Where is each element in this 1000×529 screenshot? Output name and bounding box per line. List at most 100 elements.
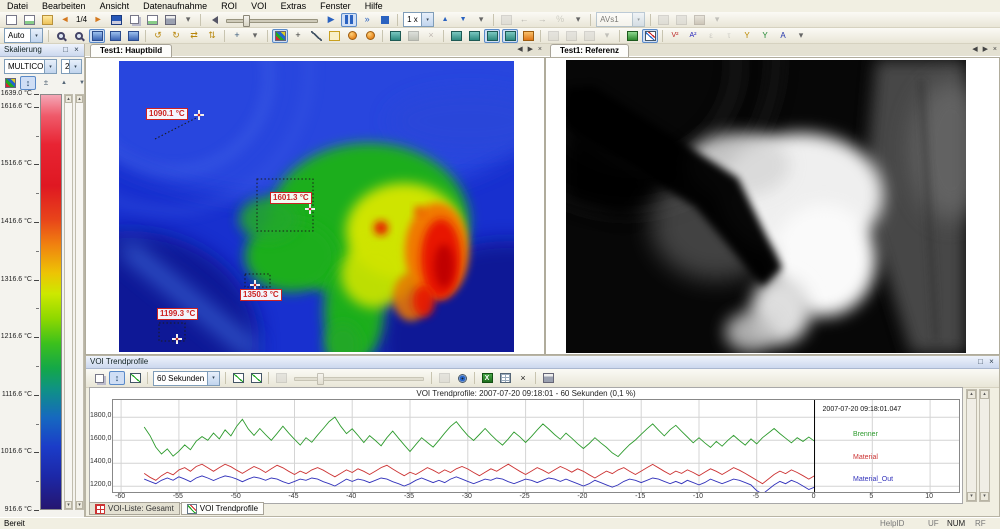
roi-move-icon[interactable] [466, 29, 482, 43]
group-tool1-icon[interactable] [545, 29, 561, 43]
copy-icon[interactable] [126, 13, 142, 27]
scale-up-icon[interactable]: ▴ [76, 95, 83, 103]
zoom-out-icon[interactable] [71, 29, 87, 43]
ellipse-tool-icon[interactable] [344, 29, 360, 43]
roi-palette-icon[interactable] [272, 29, 288, 43]
palette-combo[interactable]: MULTICOLOF ▾ [4, 59, 57, 74]
autoscale-y-icon[interactable]: ↕ [109, 371, 125, 385]
voi-out-icon[interactable] [502, 29, 518, 43]
chart-zoom-scrollbar[interactable]: ▴ ▾ [979, 389, 990, 502]
stop-icon[interactable] [377, 13, 393, 27]
scale-down-icon[interactable]: ▾ [76, 501, 83, 509]
close-icon[interactable]: × [71, 44, 82, 56]
export-icon[interactable] [144, 13, 160, 27]
print-icon[interactable] [162, 13, 178, 27]
prev-event-icon[interactable]: ← [516, 13, 532, 27]
calc-y1-icon[interactable]: Y [739, 29, 755, 43]
voi-new-icon[interactable] [520, 29, 536, 43]
more-tools-chevron-icon[interactable]: ▾ [180, 13, 196, 27]
scroll-up-icon[interactable]: ▴ [967, 390, 976, 399]
save-icon[interactable] [108, 13, 124, 27]
audio-icon[interactable] [205, 13, 221, 27]
copy-table-icon[interactable] [497, 371, 513, 385]
print-chart-icon[interactable] [540, 371, 556, 385]
manual-scale-icon[interactable]: ± [38, 76, 54, 90]
color-scale-bar[interactable] [40, 94, 62, 510]
scroll-up-icon[interactable]: ▴ [980, 390, 989, 399]
new-layout-icon[interactable] [21, 13, 37, 27]
open-icon[interactable] [39, 13, 55, 27]
levels-combo[interactable]: 256 ▾ [61, 59, 82, 74]
reference-image[interactable] [566, 60, 966, 353]
range-combo[interactable]: Auto▾ [4, 28, 43, 43]
menu-fenster[interactable]: Fenster [313, 0, 358, 12]
step-up-icon[interactable]: ▲ [437, 13, 453, 27]
prev-image-icon[interactable]: ◄ [57, 13, 73, 27]
scale-lower-slider[interactable]: ▴ ▾ [75, 94, 84, 510]
more-group-chevron-icon[interactable]: ▾ [599, 29, 615, 43]
chart-plot[interactable]: 2007-07-20 09:18:01.047BrennerMaterialMa… [112, 399, 960, 493]
marker2-icon[interactable] [673, 13, 689, 27]
report-icon[interactable] [642, 29, 658, 43]
roi-temperature-label[interactable]: 1601.3 °C [270, 192, 312, 204]
menu-ansicht[interactable]: Ansicht [93, 0, 137, 12]
tab-scroll-right-icon[interactable]: ▶ [983, 46, 988, 53]
line-tool-icon[interactable] [308, 29, 324, 43]
avs-combo[interactable]: AVs1▾ [596, 12, 645, 27]
tab-referenz[interactable]: Test1: Referenz [550, 44, 629, 58]
menu-datei[interactable]: Datei [0, 0, 35, 12]
more-playback-chevron-icon[interactable]: ▾ [473, 13, 489, 27]
rotate-left-icon[interactable]: ↺ [150, 29, 166, 43]
next-image-icon[interactable]: ► [90, 13, 106, 27]
roi-copy-icon[interactable] [387, 29, 403, 43]
fit-window-icon[interactable] [89, 29, 105, 43]
tab-scroll-left-icon[interactable]: ◀ [517, 46, 522, 53]
flip-vertical-icon[interactable]: ⇅ [204, 29, 220, 43]
delete-profile-icon[interactable]: × [515, 371, 531, 385]
add-point-icon[interactable]: + [290, 29, 306, 43]
flip-horizontal-icon[interactable]: ⇄ [186, 29, 202, 43]
more-view-chevron-icon[interactable]: ▾ [247, 29, 263, 43]
menu-roi[interactable]: ROI [214, 0, 244, 12]
transmission-icon[interactable]: τ [721, 29, 737, 43]
tab-voi-trendprofile[interactable]: VOI Trendprofile [181, 502, 264, 515]
export-excel-icon[interactable]: X [479, 371, 495, 385]
menu-extras[interactable]: Extras [274, 0, 314, 12]
more-formula-chevron-icon[interactable]: ▾ [793, 29, 809, 43]
profile-config-icon[interactable] [127, 371, 143, 385]
calc-y2-icon[interactable]: Y [757, 29, 773, 43]
roi-delete-icon[interactable]: × [423, 29, 439, 43]
next-event-icon[interactable]: → [534, 13, 550, 27]
chart-vertical-scrollbar[interactable]: ▴ ▾ [966, 389, 977, 502]
formula-v-icon[interactable]: V² [667, 29, 683, 43]
interval-combo[interactable]: 60 Sekunden▾ [153, 371, 220, 386]
rect-tool-icon[interactable] [326, 29, 342, 43]
tab-close-icon[interactable]: × [993, 46, 997, 53]
cursor-mode-icon[interactable] [273, 371, 289, 385]
link-images-icon[interactable] [498, 13, 514, 27]
polygon-tool-icon[interactable] [362, 29, 378, 43]
timeline-slider[interactable] [226, 14, 318, 26]
calc-ax-icon[interactable]: A [775, 29, 791, 43]
pan-icon[interactable]: + [229, 29, 245, 43]
more-marker-chevron-icon[interactable]: ▾ [709, 13, 725, 27]
scroll-down-icon[interactable]: ▾ [980, 492, 989, 501]
percent-icon[interactable]: % [552, 13, 568, 27]
roi-paste-icon[interactable] [405, 29, 421, 43]
more-nav-chevron-icon[interactable]: ▾ [570, 13, 586, 27]
speed-combo[interactable]: 1 x▾ [403, 12, 434, 27]
thermal-image[interactable]: 1090.1 °C 1601.3 °C 1350.3 °C 1199.3 °C [119, 61, 514, 352]
spot-temperature-label[interactable]: 1090.1 °C [146, 108, 188, 120]
full-image-icon[interactable] [107, 29, 123, 43]
remove-profile-icon[interactable] [248, 371, 264, 385]
fast-forward-icon[interactable]: » [359, 13, 375, 27]
legend-icon[interactable] [454, 371, 470, 385]
tab-hauptbild[interactable]: Test1: Hauptbild [90, 44, 172, 58]
formula-a-icon[interactable]: A² [685, 29, 701, 43]
marker3-icon[interactable] [691, 13, 707, 27]
play-icon[interactable]: ▶ [323, 13, 339, 27]
auto-scale-icon[interactable]: ↕ [20, 76, 36, 90]
scale-up-icon[interactable]: ▴ [65, 95, 72, 103]
menu-voi[interactable]: VOI [244, 0, 274, 12]
add-profile-icon[interactable] [230, 371, 246, 385]
